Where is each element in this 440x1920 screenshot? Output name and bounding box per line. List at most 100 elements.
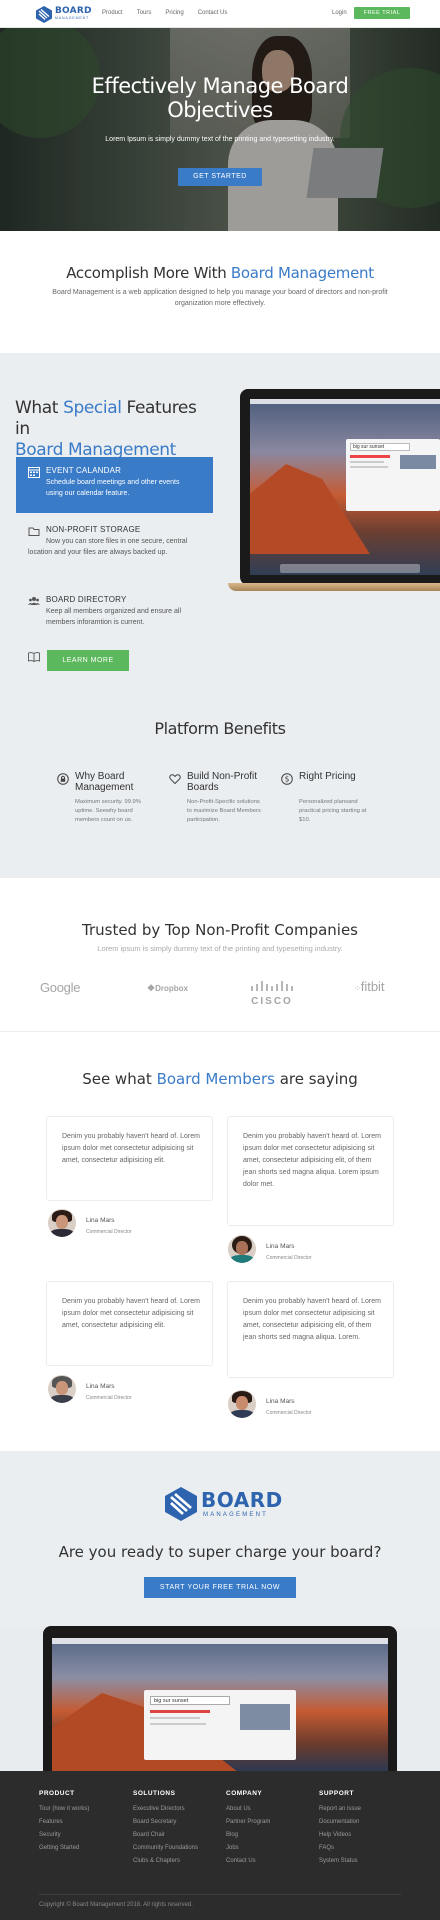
footer-link[interactable]: Tour (how it works): [39, 1803, 131, 1816]
lock-icon: [57, 773, 69, 785]
avatar: [228, 1235, 256, 1263]
benefit-title: Right Pricing: [299, 771, 356, 782]
avatar: [48, 1375, 76, 1403]
benefit-title: Build Non-Profit Boards: [187, 771, 258, 793]
dropbox-icon: ❖: [147, 983, 156, 993]
mac-menubar: [250, 399, 440, 404]
result-line: [150, 1710, 210, 1713]
testimonial-quote: Denim you probably haven't heard of. Lor…: [62, 1298, 200, 1329]
heart-icon: [169, 774, 181, 785]
result-line: [150, 1723, 206, 1725]
result-line: [350, 455, 390, 458]
footer-link[interactable]: Blog: [226, 1829, 318, 1842]
footer-link[interactable]: Jobs: [226, 1842, 318, 1855]
feature-desc: Keep all members organized and ensure al…: [46, 608, 182, 626]
footer-link[interactable]: Board Chair: [133, 1829, 225, 1842]
nav-item-product[interactable]: Product: [102, 10, 123, 16]
hero-title: Effectively Manage Board Objectives: [91, 74, 349, 122]
spotlight-search: big sur sunset: [350, 443, 410, 451]
hero-subtitle: Lorem Ipsum is simply dummy text of the …: [105, 136, 335, 143]
footer-link[interactable]: Contact Us: [226, 1855, 318, 1868]
logo-text: BOARD: [55, 6, 92, 17]
free-trial-button[interactable]: FREE TRIAL: [354, 7, 410, 19]
google-logo: Google: [40, 980, 81, 995]
section-divider: [0, 1031, 440, 1032]
logo-mark-icon: [36, 5, 52, 23]
footer-link[interactable]: Community Foundations: [133, 1842, 225, 1855]
fitbit-dots-icon: ⁘: [354, 984, 361, 993]
footer-link[interactable]: System Status: [319, 1855, 411, 1868]
nav-item-pricing[interactable]: Pricing: [165, 10, 183, 16]
features-section: What Special Features in Board Management…: [0, 353, 440, 878]
get-started-button[interactable]: GET STARTED: [178, 168, 262, 186]
author-name: Lina Mars: [86, 1217, 115, 1224]
footer-link[interactable]: Clubs & Chapters: [133, 1855, 225, 1868]
footer-link[interactable]: Partner Program: [226, 1816, 318, 1829]
macbook-mockup: big sur sunset: [228, 389, 440, 599]
feature-title: BOARD DIRECTORY: [46, 595, 127, 604]
svg-text:$: $: [285, 775, 290, 784]
mac-menubar: [52, 1638, 388, 1644]
cta-logo-text: BOARD: [201, 1488, 283, 1512]
footer-link[interactable]: Features: [39, 1816, 131, 1829]
learn-more-button[interactable]: LEARN MORE: [47, 650, 129, 671]
features-title: What Special Features in Board Management: [15, 398, 197, 460]
footer-link[interactable]: Board Secretary: [133, 1816, 225, 1829]
accomplish-text: Board Management is a web application de…: [52, 289, 388, 307]
footer-link[interactable]: Security: [39, 1829, 131, 1842]
testimonial-card: Denim you probably haven't heard of. Lor…: [227, 1281, 394, 1378]
testimonial-card: Denim you probably haven't heard of. Lor…: [227, 1116, 394, 1226]
trusted-subtitle: Lorem ipsum is simply dummy text of the …: [97, 944, 343, 953]
cta-logo-subtext: MANAGEMENT: [203, 1512, 269, 1518]
brand-logo[interactable]: BOARD MANAGEMENT: [36, 5, 92, 23]
feature-title: EVENT CALANDAR: [46, 466, 122, 475]
footer-link[interactable]: FAQs: [319, 1842, 411, 1855]
cisco-wordmark: cisco: [251, 996, 293, 1007]
feature-board-directory[interactable]: BOARD DIRECTORY Keep all members organiz…: [16, 586, 213, 636]
nav-item-contact[interactable]: Contact Us: [198, 10, 228, 16]
copyright-text: Copyright © Board Management 2018. All r…: [39, 1902, 193, 1908]
feature-title: NON-PROFIT STORAGE: [46, 525, 141, 534]
feature-event-calendar[interactable]: EVENT CALANDAR Schedule board meetings a…: [16, 457, 213, 513]
testimonial-quote: Denim you probably haven't heard of. Lor…: [62, 1133, 200, 1164]
footer-link[interactable]: Getting Started: [39, 1842, 131, 1855]
footer-link[interactable]: Help Videos: [319, 1829, 411, 1842]
footer-link[interactable]: About Us: [226, 1803, 318, 1816]
feature-non-profit-storage[interactable]: NON-PROFIT STORAGE Now you can store fil…: [16, 516, 213, 572]
author-name: Lina Mars: [86, 1383, 115, 1390]
macbook-screen: big sur sunset: [250, 399, 440, 575]
people-icon: [28, 597, 40, 605]
fitbit-logo: ⁘fitbit: [354, 979, 385, 994]
start-free-trial-button[interactable]: START YOUR FREE TRIAL NOW: [144, 1577, 296, 1598]
avatar: [48, 1209, 76, 1237]
footer-heading: SOLUTIONS: [133, 1790, 176, 1797]
footer-divider: [39, 1894, 401, 1895]
nav-item-tours[interactable]: Tours: [137, 10, 152, 16]
site-footer: PRODUCT Tour (how it works) Features Sec…: [0, 1771, 440, 1920]
benefit-desc: Non-Profit-Specific solutions to maximiz…: [187, 799, 261, 823]
feature-desc: Now you can store files in one secure, c…: [28, 538, 188, 556]
login-link[interactable]: Login: [332, 10, 347, 16]
benefit-desc: Maximum security. 99.9% uptime. Seewhy b…: [75, 799, 141, 823]
footer-column-support: SUPPORT Report an issue Documentation He…: [319, 1790, 411, 1868]
mac-dock: [280, 564, 420, 573]
testimonial-quote: Denim you probably haven't heard of. Lor…: [243, 1133, 381, 1188]
footer-link[interactable]: Executive Directors: [133, 1803, 225, 1816]
footer-link[interactable]: Documentation: [319, 1816, 411, 1829]
accomplish-title: Accomplish More With Board Management: [66, 264, 374, 282]
dropbox-logo: ❖Dropbox: [147, 983, 188, 993]
author-role: Commercial Director: [266, 1255, 312, 1261]
testimonial-card: Denim you probably haven't heard of. Lor…: [46, 1281, 213, 1366]
result-line: [350, 461, 384, 463]
footer-heading: SUPPORT: [319, 1790, 354, 1797]
logo-subtext: MANAGEMENT: [55, 16, 90, 21]
book-icon: [28, 652, 40, 662]
testimonial-card: Denim you probably haven't heard of. Lor…: [46, 1116, 213, 1201]
feature-desc: Schedule board meetings and other events…: [46, 479, 180, 497]
footer-column-product: PRODUCT Tour (how it works) Features Sec…: [39, 1790, 131, 1855]
footer-link[interactable]: Report an issue: [319, 1803, 411, 1816]
footer-heading: COMPANY: [226, 1790, 263, 1797]
logo-mark-icon: [165, 1487, 197, 1521]
avatar: [228, 1390, 256, 1418]
cta-brand-logo: BOARD MANAGEMENT: [165, 1486, 282, 1522]
